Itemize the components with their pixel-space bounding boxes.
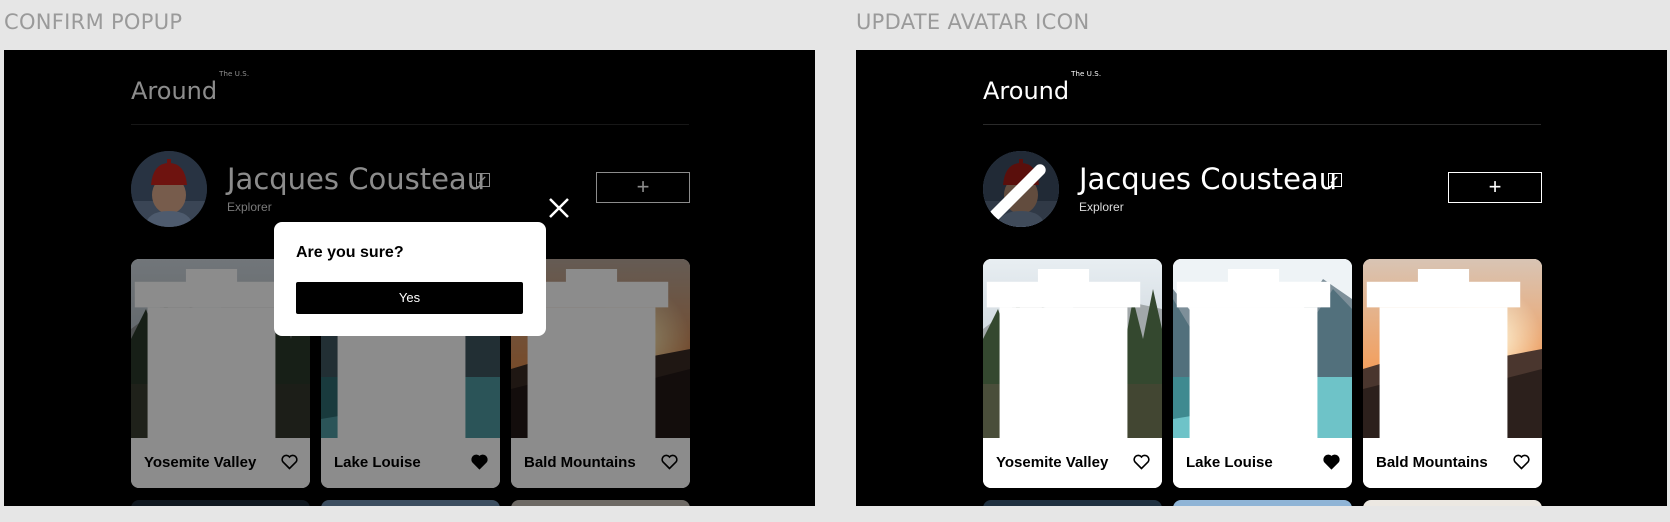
add-place-button[interactable]: + (1448, 172, 1542, 203)
confirm-yes-button[interactable]: Yes (296, 282, 523, 314)
update-avatar-frame: AroundThe U.S. Jacques Cousteau Explorer… (856, 50, 1667, 506)
heart-icon[interactable] (1513, 454, 1530, 470)
place-card: Yosemite Valley (983, 259, 1162, 488)
profile-name: Jacques Cousteau (1079, 162, 1338, 196)
logo-text: Around (983, 77, 1070, 105)
avatar-edit[interactable] (983, 151, 1059, 227)
trash-icon[interactable] (983, 269, 1153, 448)
card-row-peek (1363, 500, 1542, 506)
heart-icon[interactable] (1133, 454, 1150, 470)
frame-label-update-avatar: UPDATE AVATAR ICON (856, 10, 1090, 34)
card-image[interactable] (1363, 259, 1542, 448)
profile-role: Explorer (1079, 200, 1124, 214)
card-image[interactable] (1173, 259, 1352, 448)
confirm-popup-frame: AroundThe U.S. Jacques Cousteau Explorer… (4, 50, 815, 506)
place-card: Bald Mountains (1363, 259, 1542, 488)
trash-icon[interactable] (1363, 269, 1533, 448)
avatar-edit-overlay[interactable] (983, 151, 1059, 227)
edit-icon (1330, 176, 1338, 184)
card-image[interactable] (983, 259, 1162, 448)
edit-profile-button[interactable] (1328, 173, 1342, 187)
confirm-popup: Are you sure? Yes (274, 222, 546, 336)
card-caption: Lake Louise (1173, 438, 1352, 488)
card-title: Yosemite Valley (996, 454, 1109, 471)
page: AroundThe U.S. Jacques Cousteau Explorer… (983, 50, 1542, 506)
logo-superscript: The U.S. (1071, 70, 1102, 78)
card-caption: Bald Mountains (1363, 438, 1542, 488)
card-title: Bald Mountains (1376, 454, 1488, 471)
place-card: Lake Louise (1173, 259, 1352, 488)
card-row-peek (983, 500, 1162, 506)
logo: AroundThe U.S. (983, 70, 1101, 105)
pencil-icon (988, 164, 1046, 222)
card-title: Lake Louise (1186, 454, 1273, 471)
popup-title: Are you sure? (296, 244, 404, 261)
trash-icon[interactable] (1173, 269, 1343, 448)
card-row-peek (1173, 500, 1352, 506)
header-divider (983, 124, 1541, 125)
close-icon[interactable] (547, 196, 571, 220)
heart-filled-icon[interactable] (1323, 454, 1340, 470)
card-caption: Yosemite Valley (983, 438, 1162, 488)
frame-label-confirm-popup: CONFIRM POPUP (4, 10, 183, 34)
